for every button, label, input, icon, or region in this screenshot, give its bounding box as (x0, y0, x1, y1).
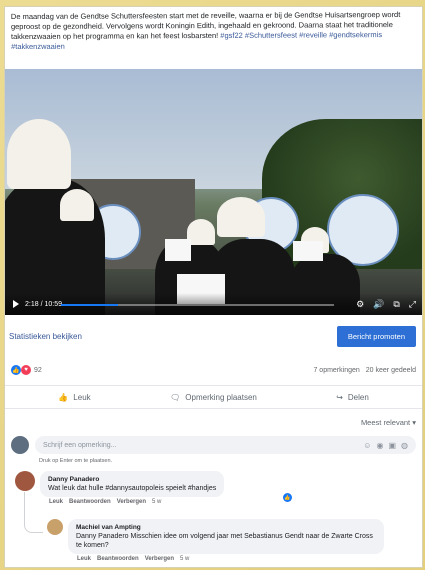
share-label: Delen (347, 392, 369, 402)
thumbs-up-icon: 👍 (58, 392, 69, 402)
share-button[interactable]: ↪ Delen (283, 393, 422, 402)
comment-placeholder: Schrijf een opmerking... (43, 441, 117, 449)
share-icon: ↪ (336, 392, 343, 402)
video-sheet-music (293, 241, 323, 261)
comment-input[interactable]: Schrijf een opmerking... ☺ ◉ ▣ ◍ (35, 436, 416, 454)
emoji-icon[interactable]: ☺ (363, 441, 371, 450)
like-label: Leuk (73, 392, 91, 402)
video-helmet (187, 219, 215, 245)
comment-sort-dropdown[interactable]: Meest relevant ▾ (361, 418, 416, 427)
comment-like-link[interactable]: Leuk (77, 556, 91, 562)
comment-bubble: Machiel van Ampting Danny Panadero Missc… (68, 519, 384, 554)
comment-text: Wat leuk dat hulle #dannysautopoleis spe… (48, 485, 217, 492)
video-controls: 2:18 / 10:59 ⚙ 🔊 ⧉ ⤢ (5, 293, 422, 315)
video-time: 2:18 / 10:59 (25, 300, 62, 308)
post-actions: 👍 Leuk 🗨 Opmerking plaatsen ↪ Delen (5, 385, 422, 409)
comment-time[interactable]: 5 w (180, 556, 189, 562)
comment-meta: Leuk Beantwoorden Verbergen 5 w (77, 556, 384, 562)
video-progress-bar[interactable] (61, 304, 334, 306)
settings-icon[interactable]: ⚙ (356, 299, 364, 310)
comment-text: Danny Panadero Misschien idee om volgend… (76, 533, 373, 549)
comment-author[interactable]: Danny Panadero (48, 475, 216, 484)
sort-label: Meest relevant (360, 418, 411, 427)
view-insights-link[interactable]: Statistieken bekijken (9, 332, 82, 341)
like-badge-icon: 👍 (283, 493, 292, 502)
comment-composer: Schrijf een opmerking... ☺ ◉ ▣ ◍ (11, 435, 416, 455)
volume-icon[interactable]: 🔊 (373, 299, 384, 310)
reactions-summary: 👍 ♥ 92 7 opmerkingen 20 keer gedeeld (5, 363, 422, 377)
post-text: De maandag van de Gendtse Schuttersfeest… (5, 7, 422, 64)
video-sheet-music (165, 239, 191, 261)
comment-like-link[interactable]: Leuk (49, 499, 63, 505)
like-reaction-icon: 👍 (11, 365, 21, 375)
avatar (47, 519, 63, 535)
video-helmet (60, 189, 94, 221)
video-helmet (217, 197, 265, 237)
camera-icon[interactable]: ◉ (376, 441, 383, 450)
avatar (15, 471, 35, 491)
comment-reply-link[interactable]: Beantwoorden (97, 556, 139, 562)
video-control-icons: ⚙ 🔊 ⧉ ⤢ (356, 299, 416, 310)
sticker-icon[interactable]: ◍ (401, 441, 408, 450)
reaction-count[interactable]: 92 (34, 367, 42, 374)
reply-item: Machiel van Ampting Danny Panadero Missc… (47, 519, 384, 562)
comment-meta: Leuk Beantwoorden Verbergen 5 w (49, 499, 224, 505)
play-icon[interactable] (13, 300, 19, 308)
comment-icon: 🗨 (170, 392, 181, 402)
pip-icon[interactable]: ⧉ (393, 299, 399, 310)
comment-button[interactable]: 🗨 Opmerking plaatsen (144, 393, 283, 402)
comment-author[interactable]: Machiel van Ampting (76, 523, 376, 532)
video-helmet (7, 119, 71, 189)
chevron-down-icon: ▾ (412, 418, 416, 427)
reply-thread-line (24, 492, 43, 533)
avatar (11, 436, 29, 454)
comment-count[interactable]: 7 opmerkingen (313, 367, 359, 374)
insights-row: Statistieken bekijken Bericht promoten (5, 323, 422, 349)
video-player[interactable]: 2:18 / 10:59 ⚙ 🔊 ⧉ ⤢ (5, 69, 422, 315)
fullscreen-icon[interactable]: ⤢ (409, 299, 416, 310)
comment-item: Danny Panadero Wat leuk dat hulle #danny… (15, 471, 225, 505)
composer-icons: ☺ ◉ ▣ ◍ (363, 441, 408, 450)
gif-icon[interactable]: ▣ (388, 441, 396, 450)
composer-hint: Druk op Enter om te plaatsen. (39, 458, 113, 464)
promote-post-button[interactable]: Bericht promoten (336, 325, 416, 347)
like-button[interactable]: 👍 Leuk (5, 393, 144, 402)
facebook-post-card: De maandag van de Gendtse Schuttersfeest… (4, 6, 423, 568)
comment-time[interactable]: 5 w (152, 499, 161, 505)
love-reaction-icon: ♥ (21, 365, 31, 375)
comment-hide-link[interactable]: Verbergen (145, 556, 174, 562)
comment-bubble: Danny Panadero Wat leuk dat hulle #danny… (40, 471, 225, 497)
comment-label: Opmerking plaatsen (185, 392, 257, 402)
share-count[interactable]: 20 keer gedeeld (366, 367, 416, 374)
comment-reply-link[interactable]: Beantwoorden (69, 499, 111, 505)
comment-hide-link[interactable]: Verbergen (117, 499, 146, 505)
video-progress-fill (61, 304, 119, 306)
